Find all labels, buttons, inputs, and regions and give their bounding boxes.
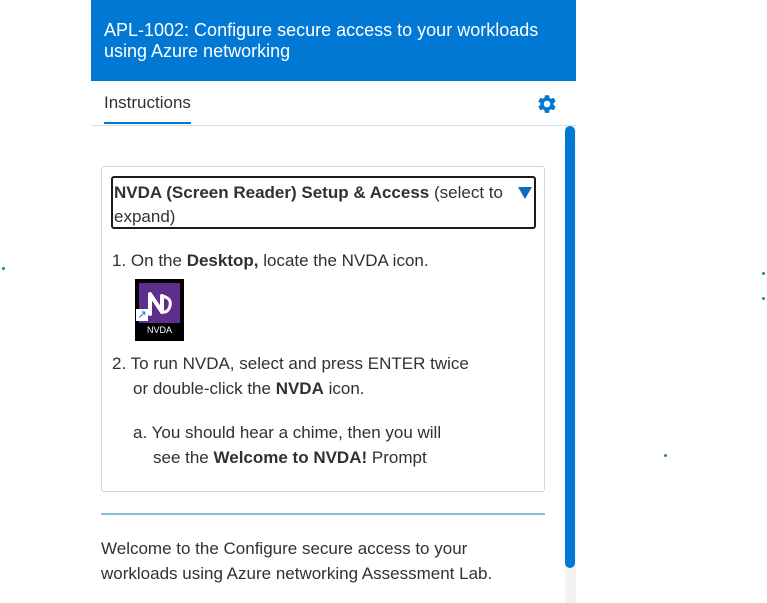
expand-triangle-icon: [518, 187, 532, 199]
step-2: 2. To run NVDA, select and press ENTER t…: [112, 354, 469, 398]
step-2a: a. You should hear a chime, then you wil…: [133, 423, 442, 467]
step-1: 1. On the Desktop, locate the NVDA icon.: [112, 251, 429, 270]
background-dot: [2, 267, 5, 270]
scrollbar-thumb[interactable]: [565, 126, 575, 568]
nvda-accordion-toggle[interactable]: NVDA (Screen Reader) Setup & Access (sel…: [111, 176, 536, 229]
welcome-text: Welcome to the Configure secure access t…: [101, 539, 493, 583]
background-dot: [762, 272, 765, 275]
instructions-panel: APL-1002: Configure secure access to you…: [91, 0, 576, 603]
instructions-content: NVDA (Screen Reader) Setup & Access (sel…: [101, 166, 545, 583]
background-dot: [762, 297, 765, 300]
nvda-desktop-icon[interactable]: ↗ NVDA: [135, 279, 184, 341]
shortcut-arrow-icon: ↗: [136, 309, 148, 321]
gear-icon[interactable]: [536, 93, 558, 115]
accordion-title: NVDA (Screen Reader) Setup & Access: [114, 183, 430, 202]
tab-bar: Instructions: [91, 81, 576, 126]
tab-instructions[interactable]: Instructions: [104, 93, 191, 124]
nvda-icon-caption: NVDA: [146, 325, 172, 335]
section-divider: [101, 513, 545, 515]
lab-title: APL-1002: Configure secure access to you…: [104, 20, 539, 61]
lab-title-bar: APL-1002: Configure secure access to you…: [91, 0, 576, 81]
nvda-logo-glyph-icon: [147, 292, 172, 316]
background-dot: [664, 454, 667, 457]
nvda-setup-card: NVDA (Screen Reader) Setup & Access (sel…: [101, 166, 545, 492]
